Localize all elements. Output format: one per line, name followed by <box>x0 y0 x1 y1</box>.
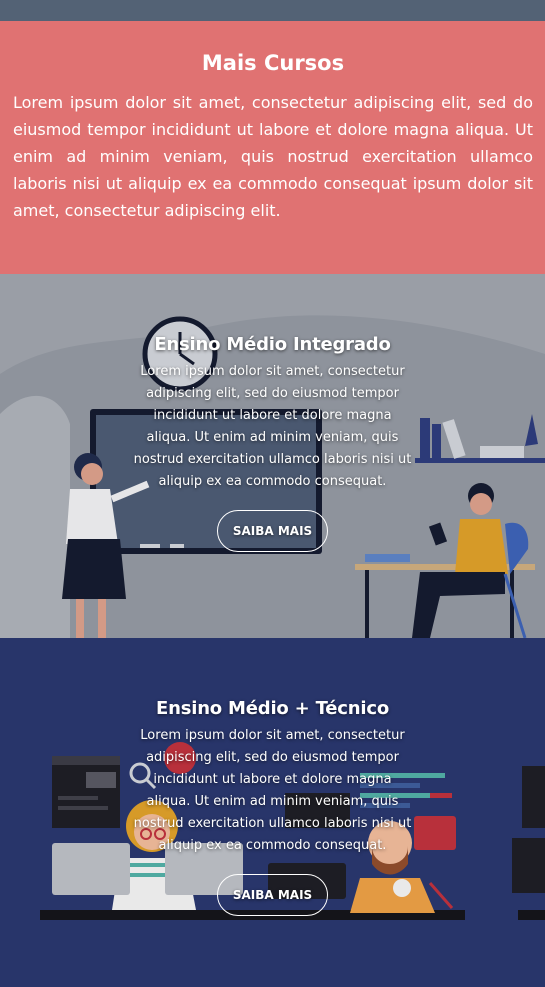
course-card-ensino-medio-integrado: Ensino Médio Integrado Lorem ipsum dolor… <box>0 274 545 638</box>
course-card-ensino-medio-tecnico: Ensino Médio + Técnico Lorem ipsum dolor… <box>0 638 545 987</box>
course-title: Ensino Médio + Técnico <box>156 698 389 719</box>
course-description: Lorem ipsum dolor sit amet, consectetur … <box>133 364 412 489</box>
top-bar <box>0 0 545 21</box>
section-title: Mais Cursos <box>201 51 345 75</box>
section-description: Lorem ipsum dolor sit amet, consectetur … <box>13 93 533 220</box>
course-overlay: Ensino Médio + Técnico Lorem ipsum dolor… <box>0 698 545 916</box>
saiba-mais-button[interactable]: SAIBA MAIS <box>216 510 329 552</box>
course-description: Lorem ipsum dolor sit amet, consectetur … <box>133 728 412 853</box>
more-courses-section: Mais Cursos Lorem ipsum dolor sit amet, … <box>0 21 545 274</box>
saiba-mais-button[interactable]: SAIBA MAIS <box>216 874 329 916</box>
course-title: Ensino Médio Integrado <box>154 334 391 355</box>
course-overlay: Ensino Médio Integrado Lorem ipsum dolor… <box>0 334 545 552</box>
